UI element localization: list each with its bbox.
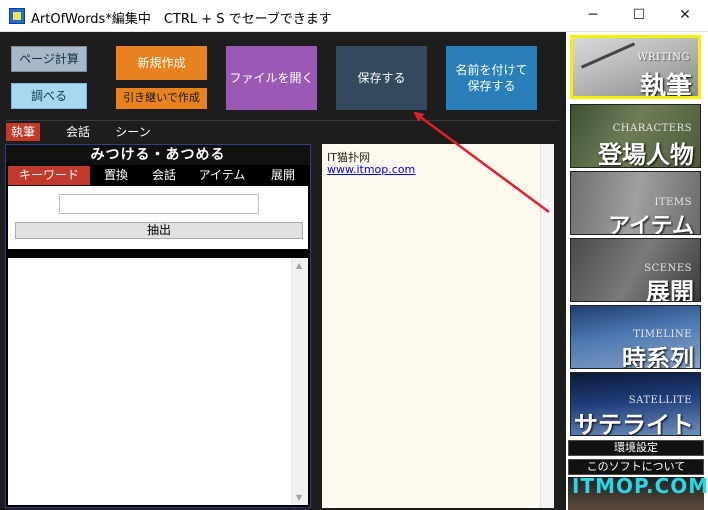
about-button[interactable]: このソフトについて	[568, 459, 704, 475]
search-panel-heading: みつける・あつめる	[6, 145, 310, 165]
toolbar-divider	[6, 120, 559, 121]
search-tab-replace[interactable]: 置換	[94, 166, 138, 185]
maximize-button[interactable]: ☐	[616, 0, 662, 32]
result-scrollbar[interactable]: ▲ ▼	[291, 258, 308, 505]
search-tab-keyword[interactable]: キーワード	[8, 166, 90, 185]
tab-scene[interactable]: シーン	[108, 123, 158, 141]
tile-japanese-label: 展開	[646, 278, 694, 302]
editor-link[interactable]: www.itmop.com	[327, 163, 415, 176]
tile-japanese-label: 執筆	[639, 72, 692, 99]
scroll-up-icon[interactable]: ▲	[296, 261, 302, 270]
tab-dialogue[interactable]: 会話	[58, 123, 98, 141]
tile-english-label: ITEMS	[654, 197, 692, 208]
navigation-sidebar: WRITING 執筆 CHARACTERS 登場人物 ITEMS アイテム SC…	[566, 32, 708, 510]
search-tab-item[interactable]: アイテム	[190, 166, 254, 185]
search-tab-development[interactable]: 展開	[260, 166, 306, 185]
tile-english-label: WRITING	[637, 52, 690, 63]
sidebar-tile-timeline[interactable]: TIMELINE 時系列	[570, 305, 701, 369]
tile-japanese-label: 登場人物	[598, 141, 694, 168]
app-icon	[9, 8, 25, 24]
settings-button[interactable]: 環境設定	[568, 440, 704, 456]
save-button[interactable]: 保存する	[336, 46, 427, 110]
close-button[interactable]: ✕	[662, 0, 708, 32]
search-panel: みつける・あつめる キーワード 置換 会話 アイテム 展開 抽出 ▲ ▼	[5, 144, 311, 508]
minimize-button[interactable]: ─	[570, 0, 616, 32]
watermark: ITMOP.COM	[572, 474, 708, 498]
window-title: ArtOfWords*編集中 CTRL + S でセーブできます	[31, 12, 332, 27]
sidebar-tile-satellite[interactable]: SATELLITE サテライト	[570, 372, 701, 436]
result-list[interactable]: ▲ ▼	[8, 258, 308, 505]
tile-japanese-label: サテライト	[574, 411, 694, 436]
continue-create-button[interactable]: 引き継いで作成	[116, 88, 207, 109]
editor-scrollbar[interactable]	[540, 144, 554, 508]
title-bar: ArtOfWords*編集中 CTRL + S でセーブできます ─ ☐ ✕	[0, 0, 708, 32]
tab-writing[interactable]: 執筆	[6, 123, 40, 141]
save-as-button[interactable]: 名前を付けて 保存する	[446, 46, 537, 110]
text-editor[interactable]: IT猫扑网 www.itmop.com	[322, 144, 554, 508]
keyword-input[interactable]	[59, 194, 259, 214]
pen-icon	[580, 42, 636, 69]
sidebar-tile-writing[interactable]: WRITING 執筆	[570, 35, 701, 99]
page-calc-button[interactable]: ページ計算	[11, 46, 87, 72]
sidebar-tile-characters[interactable]: CHARACTERS 登場人物	[570, 104, 701, 168]
tile-english-label: CHARACTERS	[612, 123, 692, 134]
sidebar-tile-scenes[interactable]: SCENES 展開	[570, 238, 701, 302]
extract-button[interactable]: 抽出	[15, 222, 303, 239]
search-form: 抽出	[8, 186, 308, 249]
tile-japanese-label: アイテム	[608, 214, 694, 235]
main-area: ページ計算 調べる 新規作成 引き継いで作成 ファイルを開く 保存する 名前を付…	[0, 32, 566, 510]
lookup-button[interactable]: 調べる	[11, 83, 87, 109]
open-file-button[interactable]: ファイルを開く	[226, 46, 317, 110]
search-tab-dialogue[interactable]: 会話	[142, 166, 186, 185]
sidebar-tile-items[interactable]: ITEMS アイテム	[570, 171, 701, 235]
tile-japanese-label: 時系列	[622, 345, 694, 369]
new-create-button[interactable]: 新規作成	[116, 46, 207, 80]
scroll-down-icon[interactable]: ▼	[296, 493, 302, 502]
